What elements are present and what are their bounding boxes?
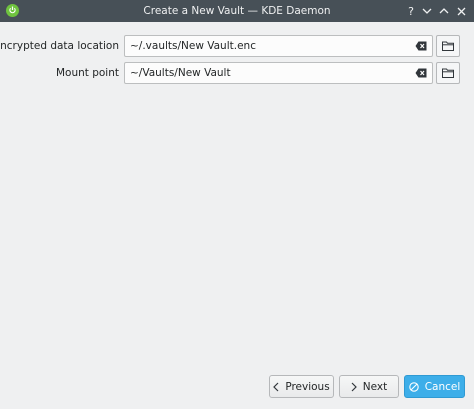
encrypted-location-row: Encrypted data location ~/.vaults/New Va…	[0, 35, 474, 57]
mount-point-field[interactable]: ~/Vaults/New Vault	[124, 62, 433, 84]
close-icon	[457, 7, 465, 15]
next-button[interactable]: Next	[339, 375, 399, 398]
cancel-label: Cancel	[424, 380, 461, 393]
chevron-left-icon	[273, 382, 279, 392]
clear-text-icon[interactable]	[415, 41, 427, 51]
maximize-button[interactable]	[437, 4, 451, 18]
chevron-right-icon	[351, 382, 357, 392]
encrypted-location-label: Encrypted data location	[0, 40, 119, 52]
cancel-icon	[408, 381, 419, 392]
chevron-down-icon	[422, 8, 432, 14]
mount-point-label: Mount point	[55, 67, 119, 79]
clear-text-icon[interactable]	[415, 68, 427, 78]
help-button[interactable]: ?	[404, 4, 418, 18]
chevron-up-icon	[439, 8, 449, 14]
title-bar: Create a New Vault — KDE Daemon ?	[0, 0, 474, 22]
close-button[interactable]	[454, 4, 468, 18]
folder-icon	[442, 41, 454, 51]
folder-icon	[442, 68, 454, 78]
window-title: Create a New Vault — KDE Daemon	[143, 5, 331, 17]
cancel-button[interactable]: Cancel	[404, 375, 465, 398]
encrypted-location-field[interactable]: ~/.vaults/New Vault.enc	[124, 35, 433, 57]
next-label: Next	[362, 380, 388, 393]
mount-point-row: Mount point ~/Vaults/New Vault	[0, 62, 474, 84]
mount-point-value: ~/Vaults/New Vault	[130, 67, 231, 79]
browse-mount-point-button[interactable]	[436, 62, 460, 84]
browse-encrypted-location-button[interactable]	[436, 35, 460, 57]
minimize-button[interactable]	[420, 4, 434, 18]
help-icon: ?	[408, 4, 414, 18]
encrypted-location-value: ~/.vaults/New Vault.enc	[130, 40, 256, 52]
previous-button[interactable]: Previous	[269, 375, 334, 398]
previous-label: Previous	[285, 380, 330, 393]
